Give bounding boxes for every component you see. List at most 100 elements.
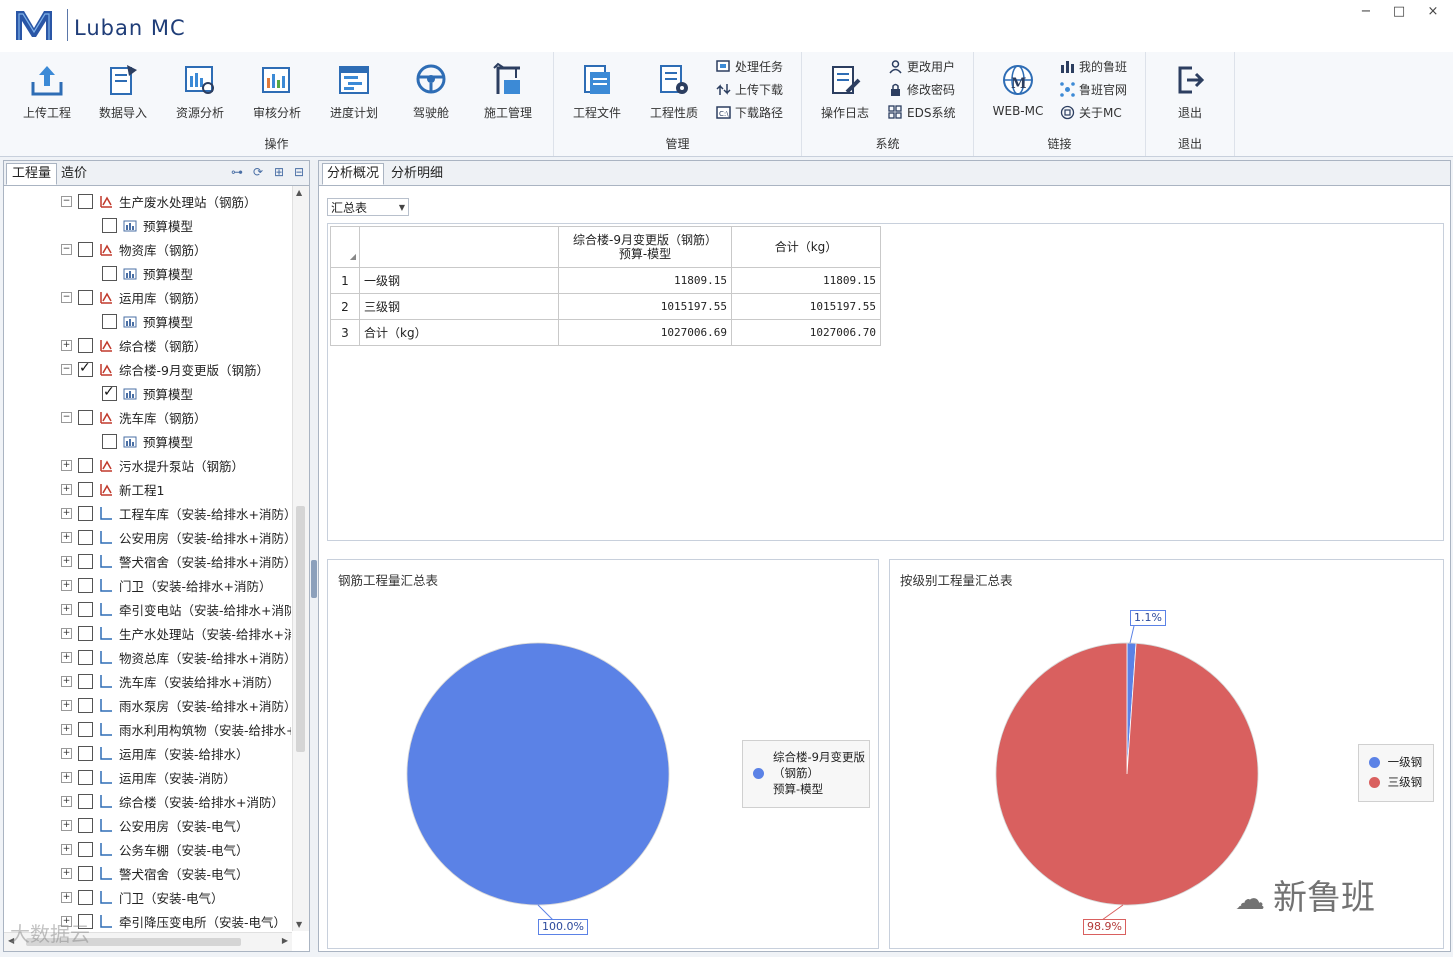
tree-item[interactable]: + 警犬宿舍（安装-给排水+消防）	[4, 549, 291, 573]
tab-cost[interactable]: 造价	[56, 164, 92, 184]
expand-toggle-icon[interactable]: +	[61, 795, 72, 807]
tree-item[interactable]: − 生产废水处理站（钢筋）	[4, 189, 291, 213]
tree-item[interactable]: − 洗车库（钢筋）	[4, 405, 291, 429]
change-password-button[interactable]: 修改密码	[888, 79, 955, 99]
upload-project-button[interactable]: 上传工程	[13, 60, 81, 126]
tree-item[interactable]: + 物资总库（安装-给排水+消防）	[4, 645, 291, 669]
tree-item[interactable]: + 污水提升泵站（钢筋）	[4, 453, 291, 477]
maximize-button[interactable]: □	[1389, 4, 1409, 20]
expand-toggle-icon[interactable]: +	[61, 579, 72, 591]
change-user-button[interactable]: 更改用户	[888, 56, 955, 76]
expand-toggle-icon[interactable]: +	[61, 507, 72, 519]
data-import-button[interactable]: 数据导入	[89, 60, 157, 126]
tree-checkbox[interactable]	[78, 409, 93, 425]
exit-button[interactable]: 退出	[1156, 60, 1224, 126]
hierarchy-icon[interactable]: ⊶	[230, 165, 244, 179]
tree-checkbox[interactable]	[78, 745, 93, 761]
tree-item[interactable]: + 运用库（安装-消防）	[4, 765, 291, 789]
expand-toggle-icon[interactable]: +	[61, 603, 72, 615]
tree-checkbox[interactable]	[78, 697, 93, 713]
expand-toggle-icon[interactable]: +	[61, 867, 72, 879]
tree-item[interactable]: 预算模型	[4, 309, 291, 333]
expand-all-icon[interactable]: ⊞	[272, 165, 286, 179]
scroll-down-icon[interactable]: ▼	[296, 920, 302, 929]
pie-slice[interactable]	[406, 642, 670, 906]
expand-toggle-icon[interactable]: +	[61, 339, 72, 351]
tree-item[interactable]: + 警犬宿舍（安装-电气）	[4, 861, 291, 885]
expand-toggle-icon[interactable]: +	[61, 675, 72, 687]
tree-item[interactable]: + 工程车库（安装-给排水+消防）	[4, 501, 291, 525]
tree-checkbox[interactable]	[78, 577, 93, 593]
tree-checkbox[interactable]	[78, 649, 93, 665]
tree-checkbox[interactable]	[78, 457, 93, 473]
process-tasks-button[interactable]: 处理任务	[716, 56, 783, 76]
collapse-all-icon[interactable]: ⊟	[292, 165, 306, 179]
tree-item[interactable]: + 综合楼（钢筋）	[4, 333, 291, 357]
expand-toggle-icon[interactable]: −	[61, 411, 72, 423]
luban-website-button[interactable]: 鲁班官网	[1060, 79, 1127, 99]
pie-slice[interactable]	[995, 642, 1259, 906]
tree-item[interactable]: − 综合楼-9月变更版（钢筋）	[4, 357, 291, 381]
tree-item[interactable]: − 运用库（钢筋）	[4, 285, 291, 309]
about-mc-button[interactable]: 关于MC	[1060, 102, 1122, 122]
tree-item[interactable]: + 牵引变电站（安装-给排水+消防	[4, 597, 291, 621]
scroll-right-icon[interactable]: ▶	[282, 936, 288, 945]
eds-system-button[interactable]: EDS系统	[888, 102, 955, 122]
expand-toggle-icon[interactable]: −	[61, 243, 72, 255]
web-mc-button[interactable]: M WEB-MC	[984, 60, 1052, 126]
expand-toggle-icon[interactable]: +	[61, 747, 72, 759]
expand-toggle-icon[interactable]: +	[61, 531, 72, 543]
tree-checkbox[interactable]	[78, 193, 93, 209]
project-files-button[interactable]: 工程文件	[563, 60, 631, 126]
download-path-button[interactable]: C:\ 下载路径	[716, 102, 783, 122]
tree-checkbox[interactable]	[78, 553, 93, 569]
tree-checkbox[interactable]	[102, 433, 117, 449]
my-luban-button[interactable]: 我的鲁班	[1060, 56, 1127, 76]
tree-checkbox[interactable]	[78, 625, 93, 641]
tree-checkbox[interactable]	[78, 337, 93, 353]
tree-item[interactable]: + 新工程1	[4, 477, 291, 501]
expand-toggle-icon[interactable]: +	[61, 891, 72, 903]
tree-item[interactable]: − 物资库（钢筋）	[4, 237, 291, 261]
project-properties-button[interactable]: 工程性质	[640, 60, 708, 126]
expand-toggle-icon[interactable]: +	[61, 627, 72, 639]
expand-toggle-icon[interactable]: −	[61, 291, 72, 303]
tree-item[interactable]: + 综合楼（安装-给排水+消防）	[4, 789, 291, 813]
tab-quantity[interactable]: 工程量	[6, 163, 58, 185]
tree-item[interactable]: + 公安用房（安装-给排水+消防）	[4, 525, 291, 549]
expand-toggle-icon[interactable]: +	[61, 723, 72, 735]
panel-splitter[interactable]	[310, 160, 318, 950]
tree-checkbox[interactable]	[78, 529, 93, 545]
cockpit-button[interactable]: 驾驶舱	[397, 60, 465, 126]
expand-toggle-icon[interactable]: +	[61, 459, 72, 471]
tree-checkbox[interactable]	[78, 841, 93, 857]
tree-checkbox[interactable]	[78, 817, 93, 833]
expand-toggle-icon[interactable]: +	[61, 699, 72, 711]
tree-item[interactable]: + 门卫（安装-电气）	[4, 885, 291, 909]
tree-vertical-scrollbar[interactable]: ▲ ▼	[292, 186, 309, 931]
splitter-grip-icon[interactable]	[311, 560, 317, 598]
tree-item[interactable]: + 运用库（安装-给排水）	[4, 741, 291, 765]
scroll-thumb[interactable]	[296, 506, 305, 752]
tree-item[interactable]: 预算模型	[4, 213, 291, 237]
tree-item[interactable]: + 门卫（安装-给排水+消防）	[4, 573, 291, 597]
tree-checkbox[interactable]	[78, 505, 93, 521]
resource-analysis-button[interactable]: 资源分析	[166, 60, 234, 126]
tree-checkbox[interactable]	[102, 265, 117, 281]
expand-toggle-icon[interactable]: +	[61, 843, 72, 855]
tree-item[interactable]: + 公安用房（安装-电气）	[4, 813, 291, 837]
tree-item[interactable]: 预算模型	[4, 261, 291, 285]
refresh-icon[interactable]: ⟳	[251, 165, 265, 179]
tree-checkbox[interactable]	[78, 673, 93, 689]
table-row[interactable]: 1 一级钢 11809.15 11809.15	[330, 267, 881, 294]
tree-checkbox[interactable]	[78, 360, 93, 377]
tree-item[interactable]: + 公务车棚（安装-电气）	[4, 837, 291, 861]
tree-item[interactable]: 预算模型	[4, 429, 291, 453]
expand-toggle-icon[interactable]: +	[61, 483, 72, 495]
tab-analysis-detail[interactable]: 分析明细	[387, 164, 447, 184]
tree-checkbox[interactable]	[78, 889, 93, 905]
tree-checkbox[interactable]	[78, 793, 93, 809]
minimize-button[interactable]: −	[1356, 4, 1376, 20]
summary-type-select[interactable]: 汇总表 ▼	[327, 198, 409, 216]
tree-checkbox[interactable]	[78, 289, 93, 305]
